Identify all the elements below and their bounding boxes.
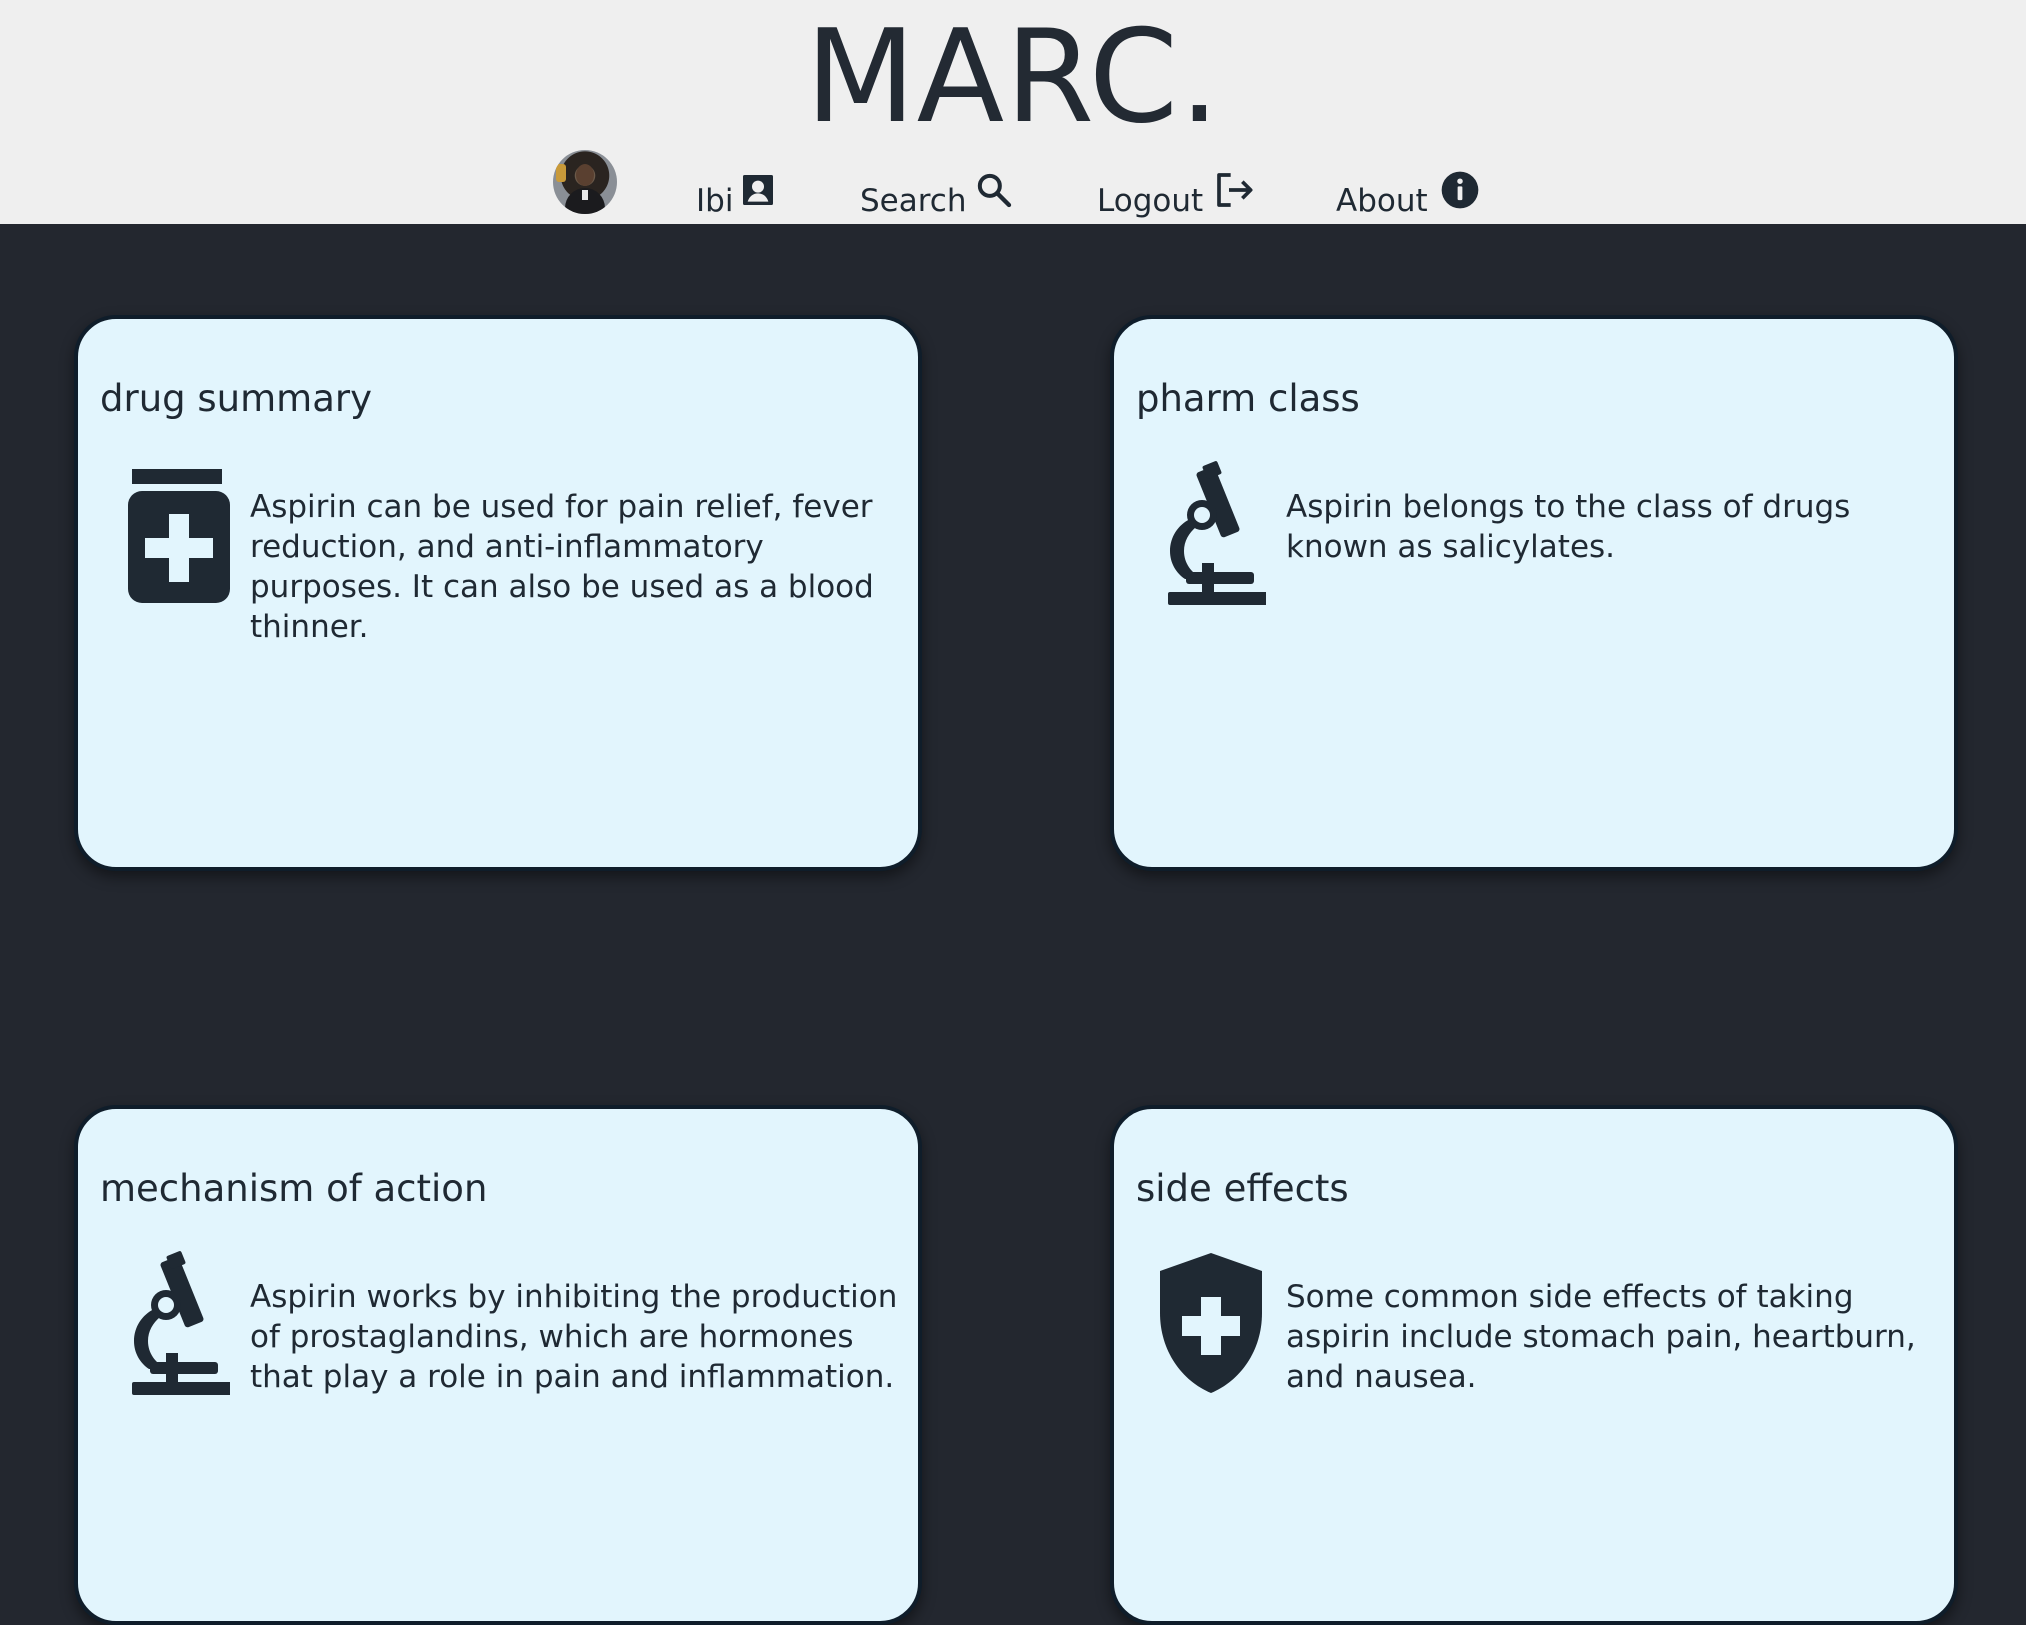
card-text: Aspirin can be used for pain relief, fev… (250, 489, 874, 645)
info-icon (1441, 171, 1479, 209)
logout-icon (1217, 173, 1253, 207)
card-title: drug summary (100, 377, 372, 420)
nav-logout-link[interactable]: Logout (1097, 173, 1257, 226)
medicine-bottle-icon (128, 469, 230, 603)
user-card-icon (743, 175, 773, 205)
top-header: MARC. Ibi Search Logout About (0, 0, 2026, 224)
card-drug-summary: drug summary Aspirin can be used for pai… (74, 315, 922, 871)
nav-search-link[interactable]: Search (860, 173, 1016, 226)
nav-about-label: About (1336, 183, 1428, 219)
brand-logo[interactable]: MARC. (0, 4, 2026, 152)
microscope-icon (132, 1251, 230, 1395)
nav-search-label: Search (860, 183, 967, 219)
nav-about-link[interactable]: About (1336, 171, 1486, 226)
search-icon (977, 173, 1012, 208)
nav-profile-label: Ibi (696, 183, 734, 219)
card-title: pharm class (1136, 377, 1360, 420)
shield-plus-icon (1160, 1253, 1262, 1393)
nav-logout-label: Logout (1097, 183, 1204, 219)
card-text: Aspirin works by inhibiting the producti… (250, 1279, 898, 1395)
avatar[interactable] (553, 150, 617, 214)
card-title: mechanism of action (100, 1167, 488, 1210)
card-side-effects: side effects Some common side effects of… (1110, 1105, 1958, 1625)
card-text: Aspirin belongs to the class of drugs kn… (1286, 489, 1851, 565)
card-mechanism-of-action: mechanism of action Aspirin works by inh… (74, 1105, 922, 1625)
microscope-icon (1168, 461, 1266, 605)
card-text: Some common side effects of taking aspir… (1286, 1279, 1916, 1395)
nav-profile-link[interactable]: Ibi (696, 175, 782, 226)
card-pharm-class: pharm class Aspirin belongs to the class… (1110, 315, 1958, 871)
card-title: side effects (1136, 1167, 1349, 1210)
